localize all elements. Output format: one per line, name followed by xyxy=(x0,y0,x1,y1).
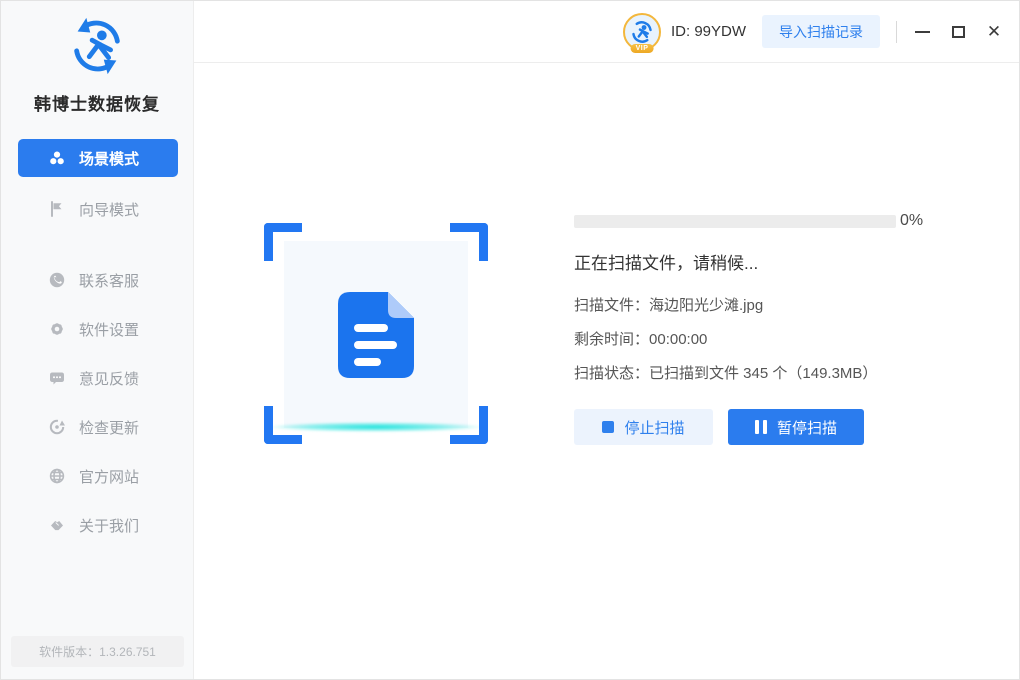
top-bar: VIP ID: 99YDW 导入扫描记录 ✕ xyxy=(194,1,1019,63)
sidebar-item-wizard-mode[interactable]: 向导模式 xyxy=(18,191,178,227)
sidebar-item-about-us[interactable]: 关于我们 xyxy=(18,507,178,543)
frame-corner-top-right xyxy=(450,223,488,261)
scan-status-label: 扫描状态： xyxy=(574,365,649,382)
stop-scan-button[interactable]: 停止扫描 xyxy=(574,409,713,445)
window-controls: ✕ xyxy=(911,21,1005,43)
about-us-icon xyxy=(49,517,65,533)
feedback-icon xyxy=(49,370,65,386)
pause-icon xyxy=(755,420,767,434)
close-icon: ✕ xyxy=(987,23,1001,40)
app-window: 韩博士数据恢复 场景模式 向导模式 xyxy=(0,0,1020,680)
minimize-icon xyxy=(915,31,930,33)
sidebar-item-check-update[interactable]: 检查更新 xyxy=(18,409,178,445)
sidebar-item-feedback[interactable]: 意见反馈 xyxy=(18,360,178,396)
version-label: 软件版本：1.3.26.751 xyxy=(11,636,184,667)
scan-file-value: 海边阳光少滩.jpg xyxy=(649,297,763,314)
frame-corner-bottom-right xyxy=(450,406,488,444)
pause-scan-button[interactable]: 暂停扫描 xyxy=(728,409,864,445)
stop-scan-label: 停止扫描 xyxy=(624,417,684,438)
avatar[interactable]: VIP xyxy=(623,13,661,51)
close-button[interactable]: ✕ xyxy=(983,21,1005,43)
app-logo-icon xyxy=(66,15,128,77)
scan-file-label: 扫描文件： xyxy=(574,297,649,314)
user-id: ID: 99YDW xyxy=(671,23,746,40)
contact-support-icon xyxy=(49,272,65,288)
scene-mode-icon xyxy=(49,150,65,166)
maximize-button[interactable] xyxy=(947,21,969,43)
stop-icon xyxy=(602,421,614,433)
sidebar-item-scene-mode[interactable]: 场景模式 xyxy=(18,139,178,177)
sidebar-item-official-website[interactable]: 官方网站 xyxy=(18,458,178,494)
wizard-mode-icon xyxy=(49,201,65,217)
check-update-icon xyxy=(49,419,65,435)
sidebar-item-label: 场景模式 xyxy=(79,148,139,169)
minimize-button[interactable] xyxy=(911,21,933,43)
sidebar-item-settings[interactable]: 软件设置 xyxy=(18,311,178,347)
sidebar-item-contact-support[interactable]: 联系客服 xyxy=(18,262,178,298)
time-left-row: 剩余时间：00:00:00 xyxy=(574,328,707,349)
settings-icon xyxy=(49,321,65,337)
scan-file-row: 扫描文件：海边阳光少滩.jpg xyxy=(574,294,763,315)
sidebar-item-label: 意见反馈 xyxy=(79,368,139,389)
scan-status-row: 扫描状态：已扫描到文件 345 个（149.3MB） xyxy=(574,362,877,383)
frame-corner-top-left xyxy=(264,223,302,261)
scan-status-value: 已扫描到文件 345 个（149.3MB） xyxy=(649,365,877,382)
document-icon xyxy=(338,292,414,378)
official-website-icon xyxy=(49,468,65,484)
divider xyxy=(896,21,897,43)
action-buttons: 停止扫描 暂停扫描 xyxy=(574,409,864,445)
import-scan-records-button[interactable]: 导入扫描记录 xyxy=(762,15,880,48)
sidebar-item-label: 检查更新 xyxy=(79,417,139,438)
sidebar-item-label: 官方网站 xyxy=(79,466,139,487)
scan-panel xyxy=(284,241,468,428)
sidebar-item-label: 向导模式 xyxy=(79,199,139,220)
progress-percent: 0% xyxy=(900,212,923,230)
sidebar: 韩博士数据恢复 场景模式 向导模式 xyxy=(1,1,194,679)
time-left-label: 剩余时间： xyxy=(574,331,649,348)
scanning-status-title: 正在扫描文件，请稍候... xyxy=(574,249,758,274)
frame-corner-bottom-left xyxy=(264,406,302,444)
pause-scan-label: 暂停扫描 xyxy=(777,417,837,438)
maximize-icon xyxy=(952,26,965,38)
logo-area: 韩博士数据恢复 xyxy=(1,1,193,115)
app-title: 韩博士数据恢复 xyxy=(1,90,193,115)
progress-bar xyxy=(574,215,896,228)
sidebar-item-label: 关于我们 xyxy=(79,515,139,536)
sidebar-item-label: 联系客服 xyxy=(79,270,139,291)
scan-frame xyxy=(264,223,488,444)
vip-badge: VIP xyxy=(631,44,654,53)
sidebar-item-label: 软件设置 xyxy=(79,319,139,340)
time-left-value: 00:00:00 xyxy=(649,331,707,348)
